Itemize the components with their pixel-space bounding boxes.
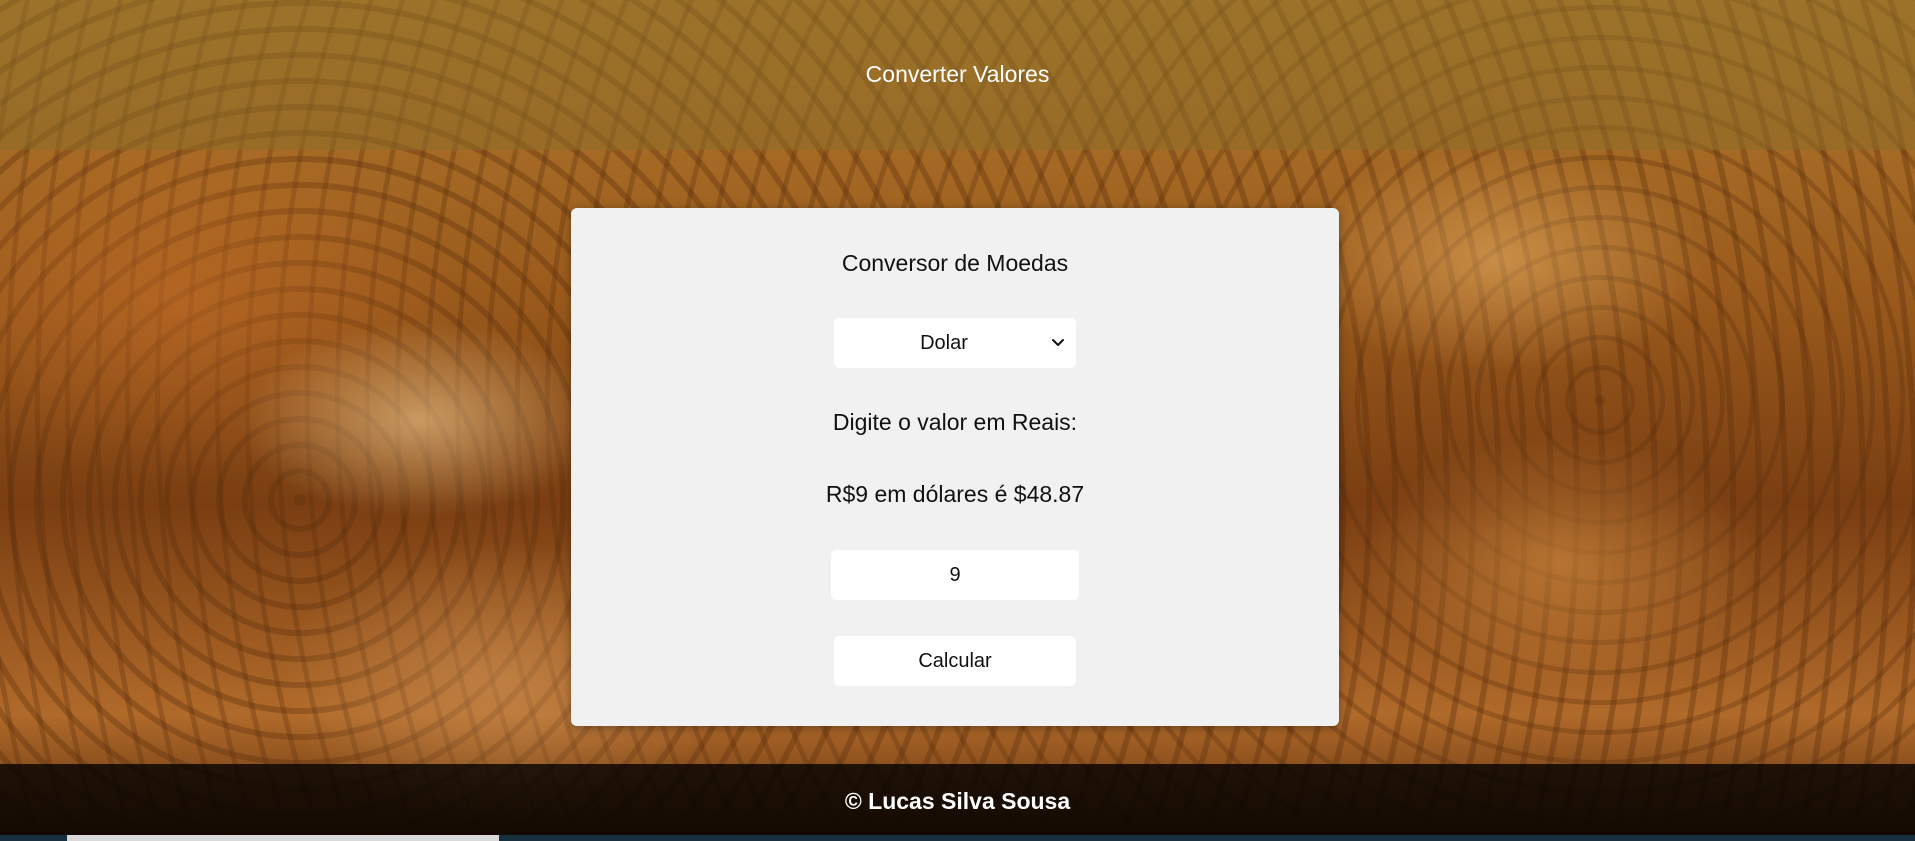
- currency-select[interactable]: Dolar: [834, 318, 1076, 368]
- currency-select-value: Dolar: [920, 331, 968, 354]
- converter-card: Conversor de Moedas Dolar Digite o valor…: [571, 208, 1339, 726]
- header-title: Converter Valores: [865, 61, 1050, 87]
- footer-copyright: © Lucas Silva Sousa: [844, 788, 1071, 814]
- conversion-result: R$9 em dólares é $48.87: [825, 481, 1085, 507]
- page-header: Converter Valores: [0, 0, 1915, 150]
- scrollbar-thumb[interactable]: [67, 835, 499, 841]
- amount-prompt-label: Digite o valor em Reais:: [832, 409, 1078, 435]
- chevron-down-icon: [1052, 339, 1064, 346]
- calculate-button[interactable]: Calcular: [834, 636, 1076, 686]
- page-footer: © Lucas Silva Sousa: [0, 764, 1915, 841]
- amount-input[interactable]: [831, 550, 1079, 600]
- converter-title: Conversor de Moedas: [841, 250, 1069, 276]
- horizontal-scrollbar[interactable]: [0, 835, 1915, 841]
